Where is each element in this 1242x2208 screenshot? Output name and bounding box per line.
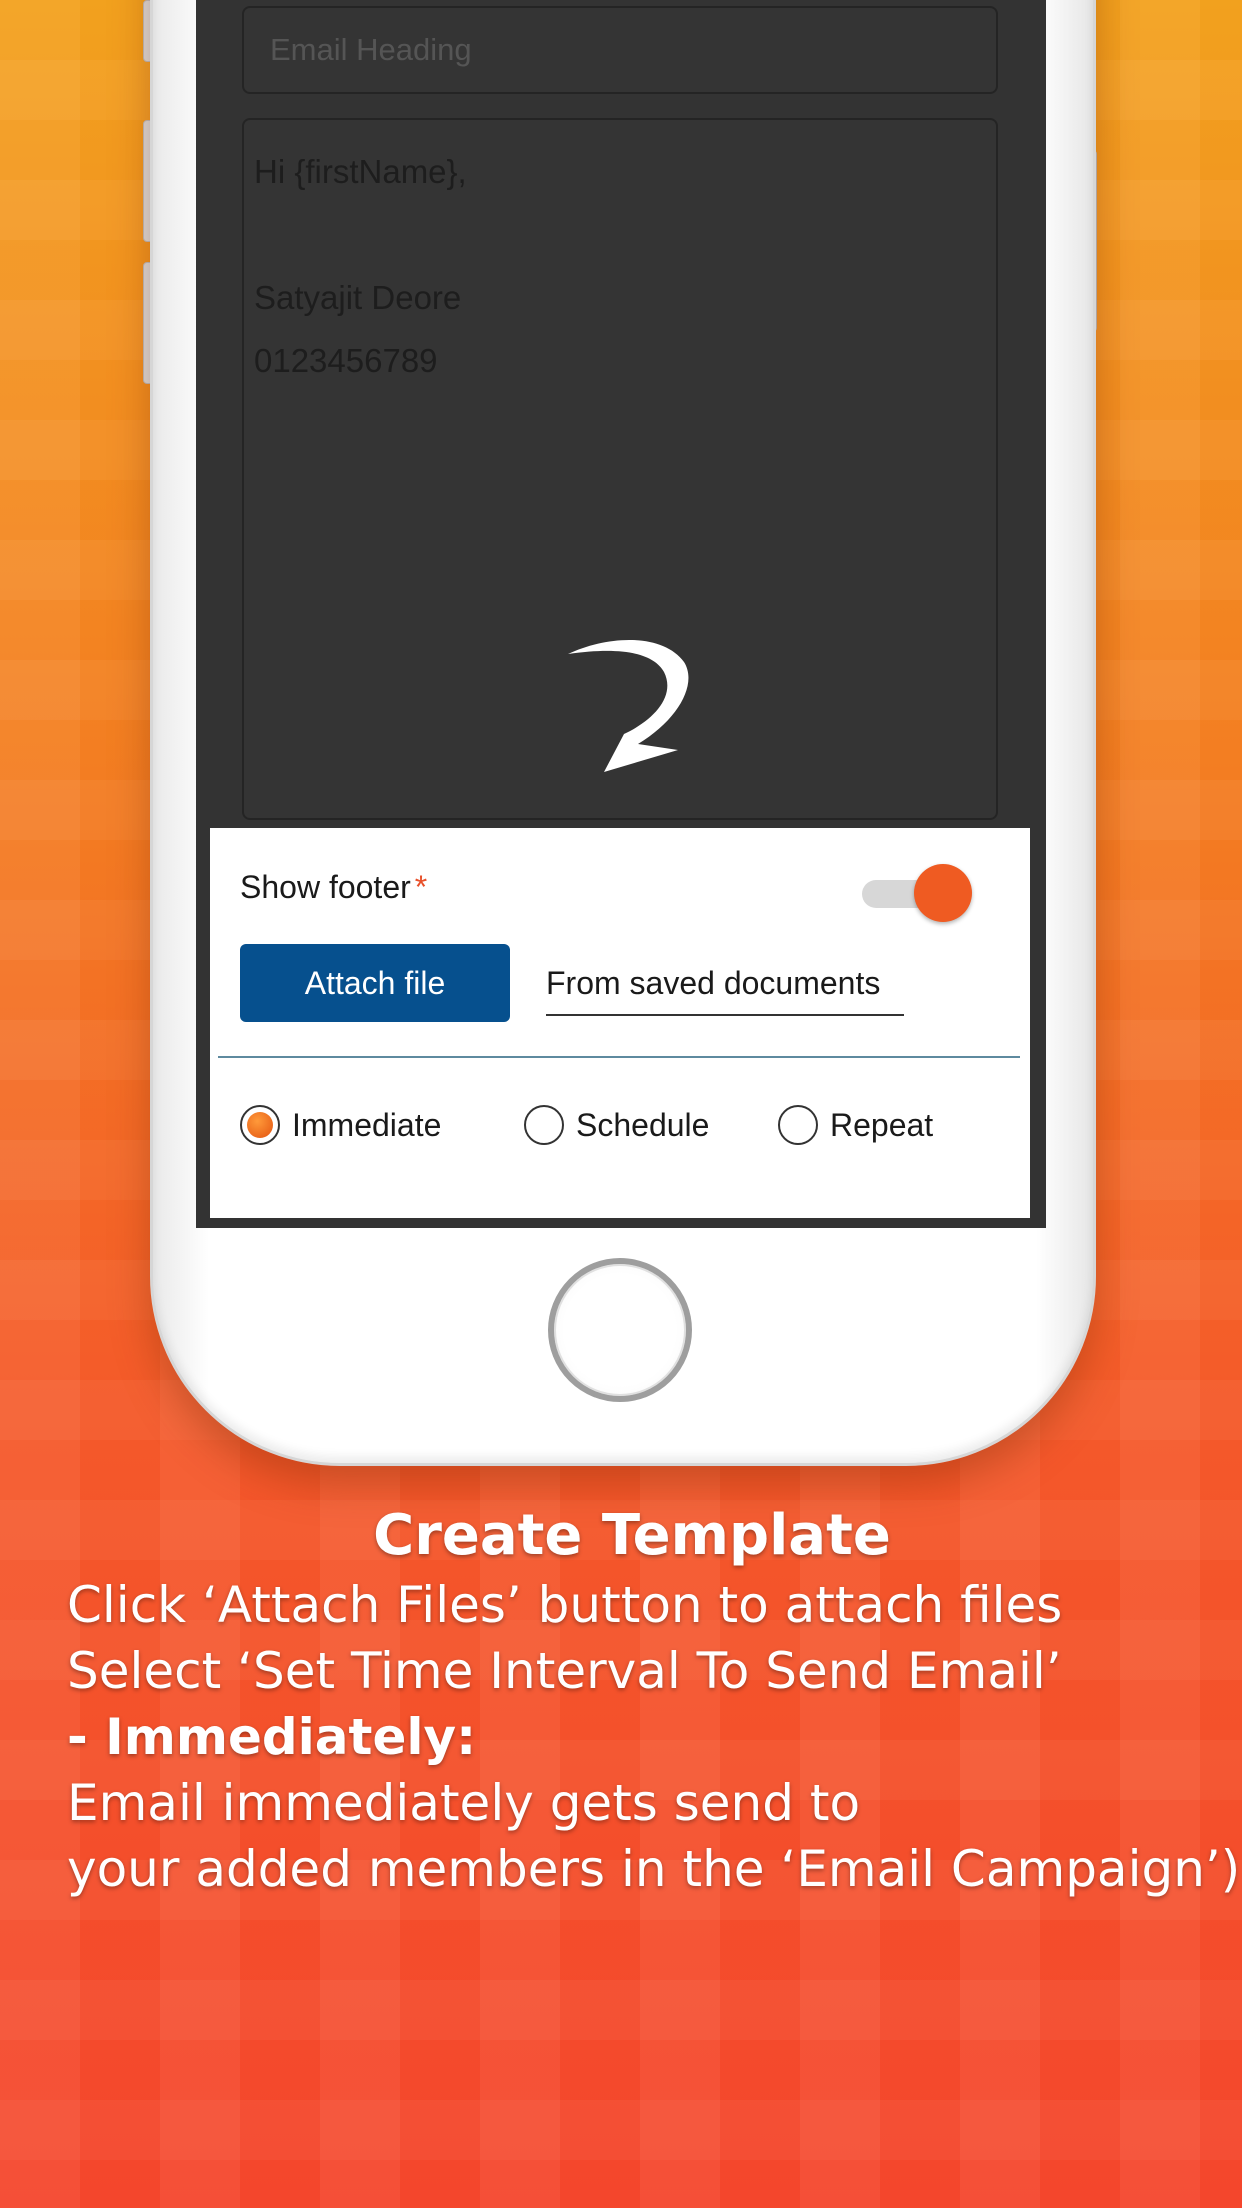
radio-label: Repeat xyxy=(830,1106,934,1143)
show-footer-toggle[interactable] xyxy=(862,864,972,922)
email-body-line: 0123456789 xyxy=(254,342,438,379)
email-heading-input[interactable]: Email Heading xyxy=(242,6,998,94)
caption-title: Create Template xyxy=(373,1503,891,1568)
caption-line: your added members in the ‘Email Campaig… xyxy=(67,1840,1241,1898)
required-asterisk: * xyxy=(414,868,428,905)
caption-line: Click ‘Attach Files’ button to attach fi… xyxy=(67,1576,1063,1634)
email-body-line xyxy=(254,203,986,266)
caption-line: Select ‘Set Time Interval To Send Email’ xyxy=(67,1642,1062,1700)
send-timing-radio-group: Immediate Schedule Repeat xyxy=(240,1100,1000,1150)
radio-immediate[interactable]: Immediate xyxy=(240,1100,441,1150)
email-body-line: Satyajit Deore xyxy=(254,279,462,316)
email-heading-placeholder: Email Heading xyxy=(270,32,472,67)
from-saved-documents-link[interactable]: From saved documents xyxy=(546,952,904,1016)
radio-unchecked-icon xyxy=(778,1105,818,1145)
radio-repeat[interactable]: Repeat xyxy=(778,1100,933,1150)
show-footer-row: Show footer * xyxy=(240,862,427,912)
home-button xyxy=(548,1258,692,1402)
promo-caption: Create Template Click ‘Attach Files’ but… xyxy=(0,1500,1242,1902)
radio-schedule[interactable]: Schedule xyxy=(524,1100,709,1150)
caption-line: Email immediately gets send to xyxy=(67,1774,861,1832)
show-footer-label: Show footer xyxy=(240,868,411,905)
attach-file-button[interactable]: Attach file xyxy=(240,944,510,1022)
radio-label: Schedule xyxy=(576,1106,710,1143)
phone-screen: Email Heading Hi {firstName}, Satyajit D… xyxy=(196,0,1046,1228)
divider xyxy=(218,1056,1020,1058)
app-logo-icon xyxy=(568,639,689,772)
caption-line: - Immediately: xyxy=(67,1708,477,1766)
options-panel: Show footer * Attach file From saved doc… xyxy=(210,828,1030,1218)
toggle-knob xyxy=(914,864,972,922)
radio-checked-icon xyxy=(240,1105,280,1145)
radio-unchecked-icon xyxy=(524,1105,564,1145)
email-body-line: Hi {firstName}, xyxy=(254,153,467,190)
radio-label: Immediate xyxy=(292,1106,442,1143)
